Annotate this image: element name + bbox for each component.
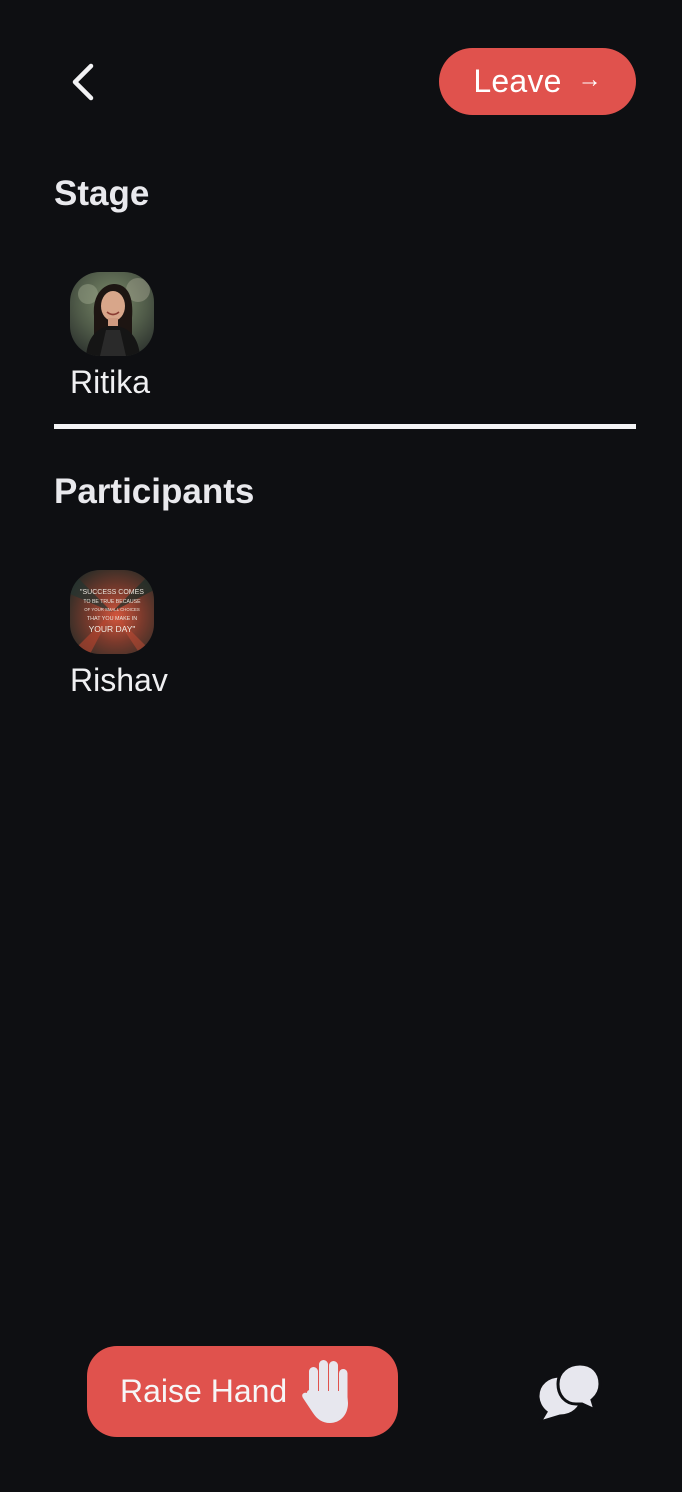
back-button[interactable]	[54, 56, 110, 108]
leave-button[interactable]: Leave →	[439, 48, 636, 115]
leave-label: Leave	[473, 63, 562, 99]
avatar-quote-line-1: "SUCCESS COMES	[80, 589, 144, 596]
avatar-quote-line-4: THAT YOU MAKE IN	[87, 616, 137, 622]
participants-title: Participants	[54, 472, 255, 511]
member-name: Ritika	[70, 364, 151, 400]
raised-hand-icon	[295, 1357, 359, 1427]
member-name: Rishav	[70, 662, 168, 698]
participant-member-rishav[interactable]: "SUCCESS COMES TO BE TRUE BECAUSE OF YOU…	[70, 570, 210, 699]
avatar: "SUCCESS COMES TO BE TRUE BECAUSE OF YOU…	[70, 570, 154, 654]
avatar-quote-line-3: OF YOUR SMALL CHOICES	[84, 607, 140, 612]
raise-hand-button[interactable]: Raise Hand	[87, 1346, 398, 1437]
avatar-quote-line-5: YOUR DAY"	[89, 624, 136, 634]
stage-title: Stage	[54, 174, 150, 213]
arrow-right-icon: →	[577, 65, 602, 93]
chevron-left-icon	[72, 63, 94, 101]
avatar-quote-line-2: TO BE TRUE BECAUSE	[83, 599, 141, 605]
section-divider	[54, 424, 636, 429]
chat-button[interactable]	[530, 1358, 602, 1428]
avatar	[70, 272, 154, 356]
stage-member-ritika[interactable]: Ritika	[70, 272, 210, 401]
raise-hand-label: Raise Hand	[120, 1373, 288, 1409]
chat-bubbles-icon	[536, 1362, 602, 1425]
